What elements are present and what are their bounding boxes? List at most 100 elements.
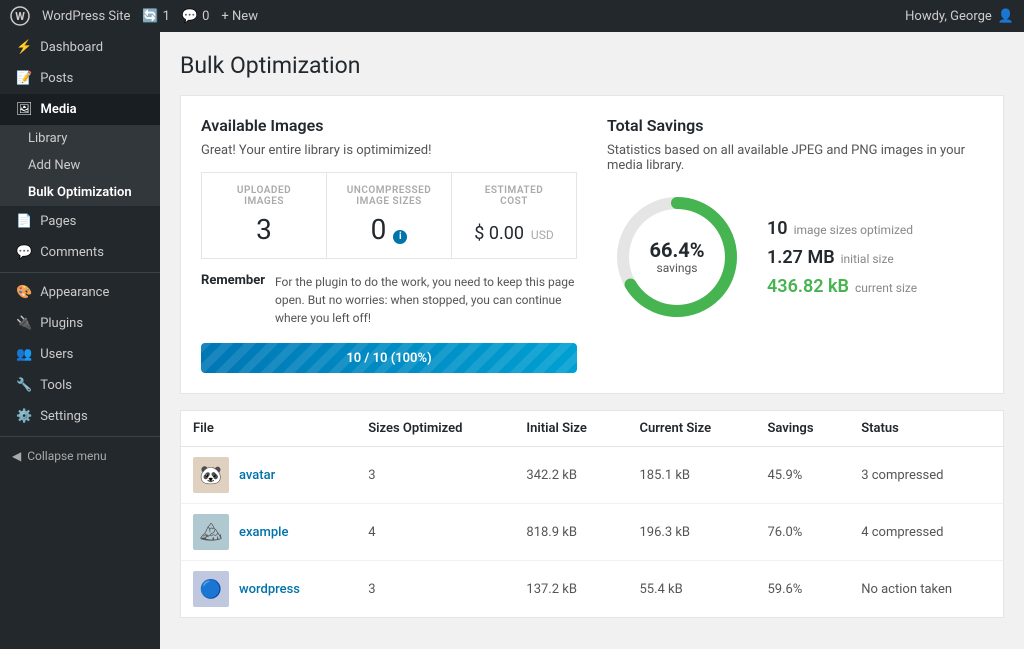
col-status: Status [849, 411, 1003, 447]
status-wordpress: No action taken [849, 561, 1003, 618]
available-images-subtitle: Great! Your entire library is optimimize… [201, 143, 577, 158]
users-icon: 👥 [16, 347, 32, 362]
initial-size-wordpress: 137.2 kB [514, 561, 627, 618]
sizes-optimized-wordpress: 3 [356, 561, 514, 618]
stat-uncompressed-label: UNCOMPRESSEDIMAGE SIZES [343, 185, 435, 207]
comments-icon: 💬 [182, 9, 198, 24]
table-header: File Sizes Optimized Initial Size Curren… [181, 411, 1003, 447]
sidebar-item-settings[interactable]: ⚙️ Settings [0, 401, 160, 432]
sidebar-label-tools: Tools [40, 378, 72, 393]
col-savings: Savings [755, 411, 849, 447]
sizes-optimized-example: 4 [356, 504, 514, 561]
savings-area: 66.4% savings 10 image sizes optimized 1… [607, 187, 983, 327]
sidebar-item-tools[interactable]: 🔧 Tools [0, 370, 160, 401]
appearance-icon: 🎨 [16, 285, 32, 300]
sidebar-item-pages[interactable]: 📄 Pages [0, 206, 160, 237]
top-card: Available Images Great! Your entire libr… [180, 95, 1004, 394]
progress-text: 10 / 10 (100%) [346, 351, 431, 366]
savings-stat-initial-desc: initial size [841, 252, 894, 266]
new-item[interactable]: + New [221, 9, 258, 24]
stat-uploaded: UPLOADEDIMAGES 3 [202, 173, 327, 258]
comments-sidebar-icon: 💬 [16, 245, 32, 260]
sidebar-item-comments[interactable]: 💬 Comments [0, 237, 160, 268]
sidebar-item-appearance[interactable]: 🎨 Appearance [0, 277, 160, 308]
updates-item[interactable]: 🔄 1 [142, 9, 170, 24]
file-thumb-avatar: 🐼 [193, 457, 229, 493]
available-images-title: Available Images [201, 116, 577, 135]
admin-bar: W WordPress Site 🔄 1 💬 0 + New Howdy, Ge… [0, 0, 1024, 32]
total-savings-title: Total Savings [607, 116, 983, 135]
stat-cost-value: $ 0.00 USD [468, 213, 560, 246]
savings-stat-initial: 1.27 MB initial size [767, 247, 917, 268]
available-images-section: Available Images Great! Your entire libr… [201, 116, 577, 373]
collapse-label: Collapse menu [27, 449, 106, 463]
savings-stats: 10 image sizes optimized 1.27 MB initial… [767, 218, 917, 297]
comments-item[interactable]: 💬 0 [182, 9, 210, 24]
progress-bar: 10 / 10 (100%) [201, 343, 577, 373]
current-size-wordpress: 55.4 kB [627, 561, 755, 618]
file-name-example[interactable]: example [239, 525, 288, 540]
total-savings-subtitle: Statistics based on all available JPEG a… [607, 143, 983, 173]
table-row: 🏔 example 4 818.9 kB 196.3 kB 76.0% 4 co… [181, 504, 1003, 561]
sidebar-item-posts[interactable]: 📝 Posts [0, 63, 160, 94]
updates-icon: 🔄 [142, 9, 158, 24]
sidebar-label-media: Media [41, 102, 77, 117]
sizes-optimized-avatar: 3 [356, 447, 514, 504]
sidebar-item-dashboard[interactable]: ⚡ Dashboard [0, 32, 160, 63]
sidebar-label-dashboard: Dashboard [40, 40, 103, 55]
sidebar-subitem-library[interactable]: Library [0, 125, 160, 152]
table-card: File Sizes Optimized Initial Size Curren… [180, 410, 1004, 618]
admin-bar-right: Howdy, George 👤 [905, 9, 1014, 24]
sidebar-item-media[interactable]: 🖼 Media [0, 94, 160, 125]
layout: ⚡ Dashboard 📝 Posts 🖼 Media Library Add … [0, 32, 1024, 649]
sidebar-subitem-bulk-optimization[interactable]: Bulk Optimization [0, 179, 160, 206]
file-thumb-example: 🏔 [193, 514, 229, 550]
status-avatar: 3 compressed [849, 447, 1003, 504]
tools-icon: 🔧 [16, 378, 32, 393]
current-size-example: 196.3 kB [627, 504, 755, 561]
table-header-row: File Sizes Optimized Initial Size Curren… [181, 411, 1003, 447]
plugins-icon: 🔌 [16, 316, 32, 331]
stats-row: UPLOADEDIMAGES 3 UNCOMPRESSEDIMAGE SIZES… [201, 172, 577, 259]
sidebar-item-users[interactable]: 👥 Users [0, 339, 160, 370]
remember-row: Remember For the plugin to do the work, … [201, 273, 577, 327]
sidebar-label-plugins: Plugins [40, 316, 83, 331]
media-submenu: Library Add New Bulk Optimization [0, 125, 160, 206]
sidebar-label-settings: Settings [40, 409, 87, 424]
howdy-text: Howdy, George [905, 9, 992, 24]
file-cell-example: 🏔 example [181, 504, 356, 561]
posts-icon: 📝 [16, 71, 32, 86]
table-row: 🐼 avatar 3 342.2 kB 185.1 kB 45.9% 3 com… [181, 447, 1003, 504]
table-body: 🐼 avatar 3 342.2 kB 185.1 kB 45.9% 3 com… [181, 447, 1003, 618]
sidebar-subitem-add-new[interactable]: Add New [0, 152, 160, 179]
sidebar-separator-2 [0, 436, 160, 437]
wp-logo-icon: W [10, 6, 30, 26]
site-name: WordPress Site [42, 9, 130, 24]
updates-count: 1 [163, 9, 170, 24]
collapse-menu-item[interactable]: ◀ Collapse menu [0, 441, 160, 471]
savings-stat-current-num: 436.82 kB [767, 276, 849, 297]
info-icon[interactable]: i [393, 230, 407, 244]
total-savings-section: Total Savings Statistics based on all av… [607, 116, 983, 373]
current-size-avatar: 185.1 kB [627, 447, 755, 504]
file-thumb-wordpress: 🔵 [193, 571, 229, 607]
col-current-size: Current Size [627, 411, 755, 447]
file-cell-wordpress: 🔵 wordpress [181, 561, 356, 618]
sidebar-label-pages: Pages [40, 214, 76, 229]
stat-uncompressed-value: 0 i [343, 213, 435, 246]
donut-savings-text: savings [649, 261, 704, 275]
stat-uncompressed: UNCOMPRESSEDIMAGE SIZES 0 i [327, 173, 452, 258]
stat-uploaded-value: 3 [218, 213, 310, 246]
stat-uploaded-label: UPLOADEDIMAGES [218, 185, 310, 207]
site-name-item[interactable]: WordPress Site [42, 9, 130, 24]
comments-count: 0 [202, 9, 209, 24]
col-sizes-optimized: Sizes Optimized [356, 411, 514, 447]
savings-avatar: 45.9% [755, 447, 849, 504]
savings-stat-sizes-desc: image sizes optimized [794, 223, 913, 237]
status-example: 4 compressed [849, 504, 1003, 561]
wp-logo-item[interactable]: W [10, 6, 30, 26]
sidebar-separator-1 [0, 272, 160, 273]
file-name-avatar[interactable]: avatar [239, 468, 275, 483]
file-name-wordpress[interactable]: wordpress [239, 582, 300, 597]
sidebar-item-plugins[interactable]: 🔌 Plugins [0, 308, 160, 339]
